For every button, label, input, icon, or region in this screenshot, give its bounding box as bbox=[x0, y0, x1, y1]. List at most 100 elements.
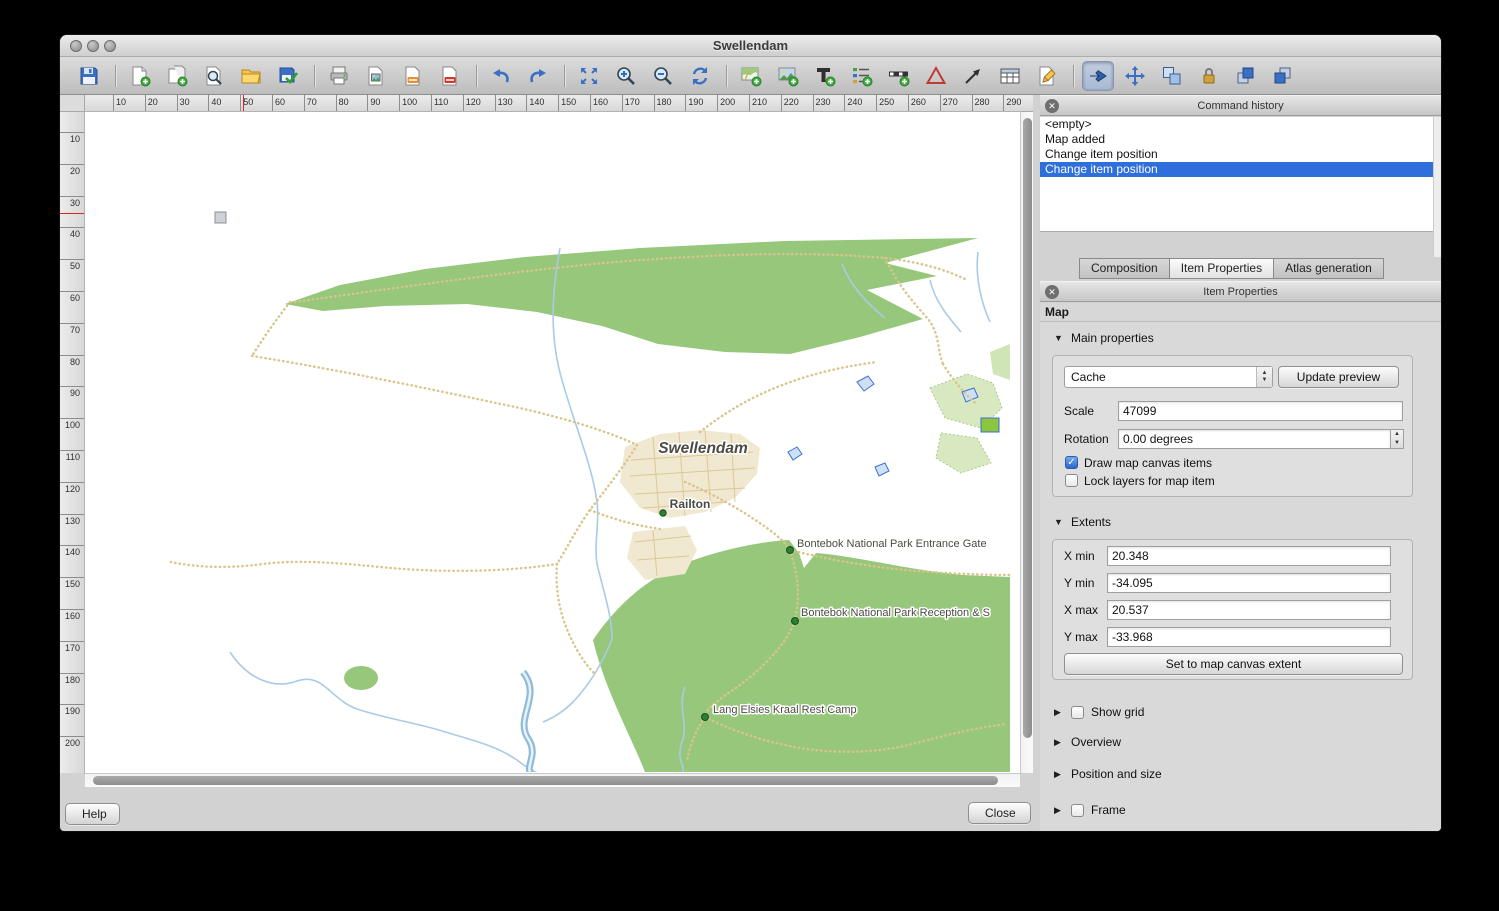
add-new-label-button[interactable] bbox=[810, 62, 840, 90]
add-html-frame-button[interactable] bbox=[1032, 62, 1062, 90]
add-new-scalebar-button[interactable] bbox=[884, 62, 914, 90]
command-history-row[interactable]: Change item position bbox=[1040, 162, 1440, 177]
ruler-tick-label: 50 bbox=[60, 259, 84, 291]
ruler-tick-label: 220 bbox=[781, 95, 813, 111]
tab-atlas-generation[interactable]: Atlas generation bbox=[1273, 258, 1384, 279]
item-selection-handle[interactable] bbox=[215, 212, 226, 223]
ruler-tick-label: 170 bbox=[622, 95, 654, 111]
expand-triangle-icon[interactable]: ▶ bbox=[1054, 707, 1064, 718]
undo-button[interactable] bbox=[486, 62, 516, 90]
overview-expander[interactable]: ▶ Overview bbox=[1054, 735, 1121, 749]
cache-select[interactable]: Cache ▲▼ bbox=[1064, 366, 1273, 388]
map-label-entrance-gate: Bontebok National Park Entrance Gate bbox=[797, 538, 987, 550]
redo-button[interactable] bbox=[523, 62, 553, 90]
lower-selected-items-button[interactable] bbox=[1268, 62, 1298, 90]
lock-layers-checkbox[interactable] bbox=[1065, 474, 1078, 487]
ruler-tick-label: 100 bbox=[60, 418, 84, 450]
map-item[interactable]: Swellendam Railton Bontebok National Par… bbox=[85, 112, 1020, 772]
show-grid-expander[interactable]: ▶ Show grid bbox=[1054, 705, 1144, 719]
map-label-suburb: Railton bbox=[670, 497, 711, 511]
frame-checkbox[interactable] bbox=[1071, 804, 1084, 817]
zoom-out-button[interactable] bbox=[648, 62, 678, 90]
ruler-tick-label: 10 bbox=[60, 132, 84, 164]
combo-arrows-icon[interactable]: ▲▼ bbox=[1256, 367, 1272, 387]
collapse-triangle-icon[interactable]: ▼ bbox=[1054, 333, 1064, 343]
command-history-row[interactable]: <empty> bbox=[1040, 117, 1440, 132]
frame-expander[interactable]: ▶ Frame bbox=[1054, 803, 1126, 817]
canvas-vertical-scrollbar[interactable] bbox=[1020, 112, 1033, 773]
save-project-button[interactable] bbox=[74, 62, 104, 90]
tab-item-properties[interactable]: Item Properties bbox=[1169, 258, 1274, 279]
panels: ✕ Command history <empty>Map addedChange… bbox=[1040, 95, 1441, 831]
y-min-input[interactable] bbox=[1107, 573, 1391, 593]
new-composition-button[interactable] bbox=[125, 62, 155, 90]
load-from-template-button[interactable] bbox=[236, 62, 266, 90]
frame-label: Frame bbox=[1091, 803, 1126, 817]
canvas-horizontal-scrollbar[interactable] bbox=[85, 773, 1020, 787]
main-properties-expander[interactable]: ▼ Main properties bbox=[1054, 331, 1154, 345]
help-button[interactable]: Help bbox=[65, 803, 120, 825]
ruler-tick-label: 230 bbox=[813, 95, 845, 111]
ruler-tick-label: 120 bbox=[463, 95, 495, 111]
expand-triangle-icon[interactable]: ▶ bbox=[1054, 737, 1064, 748]
ruler-tick-label: 110 bbox=[60, 450, 84, 482]
add-new-legend-button[interactable] bbox=[847, 62, 877, 90]
command-history-list[interactable]: <empty>Map addedChange item positionChan… bbox=[1040, 117, 1440, 232]
set-to-map-canvas-extent-button[interactable]: Set to map canvas extent bbox=[1064, 653, 1403, 675]
rotation-input[interactable] bbox=[1118, 429, 1391, 449]
export-as-pdf-button[interactable] bbox=[435, 62, 465, 90]
ruler-tick-label: 70 bbox=[60, 323, 84, 355]
x-max-input[interactable] bbox=[1107, 600, 1391, 620]
export-as-svg-button[interactable] bbox=[398, 62, 428, 90]
export-as-image-button[interactable] bbox=[361, 62, 391, 90]
command-history-row[interactable]: Change item position bbox=[1040, 147, 1440, 162]
toolbar-separator bbox=[564, 65, 565, 87]
composition-page[interactable]: Swellendam Railton Bontebok National Par… bbox=[85, 112, 1020, 773]
expand-triangle-icon[interactable]: ▶ bbox=[1054, 805, 1064, 816]
close-button[interactable]: Close bbox=[968, 802, 1031, 824]
ruler-tick-label: 200 bbox=[717, 95, 749, 111]
lock-selected-items-button[interactable] bbox=[1194, 62, 1224, 90]
composer-toolbar bbox=[60, 57, 1441, 95]
add-basic-shape-button[interactable] bbox=[921, 62, 951, 90]
command-history-row[interactable]: Map added bbox=[1040, 132, 1440, 147]
select-move-item-button[interactable] bbox=[1083, 62, 1113, 90]
poi-dot-entrance-gate bbox=[787, 547, 794, 554]
command-history-scrollbar[interactable] bbox=[1433, 117, 1441, 257]
horizontal-scroll-thumb[interactable] bbox=[93, 776, 998, 785]
extents-expander[interactable]: ▼ Extents bbox=[1054, 515, 1111, 529]
add-arrow-button[interactable] bbox=[958, 62, 988, 90]
show-grid-checkbox[interactable] bbox=[1071, 706, 1084, 719]
move-item-content-button[interactable] bbox=[1120, 62, 1150, 90]
main-properties-group: Cache ▲▼ Update preview Scale Rotation ▲… bbox=[1052, 355, 1413, 497]
collapse-triangle-icon[interactable]: ▼ bbox=[1054, 517, 1064, 527]
tab-composition[interactable]: Composition bbox=[1079, 258, 1170, 279]
update-preview-button[interactable]: Update preview bbox=[1278, 366, 1399, 388]
zoom-in-button[interactable] bbox=[611, 62, 641, 90]
rotation-stepper[interactable]: ▲▼ bbox=[1391, 429, 1404, 449]
y-max-input[interactable] bbox=[1107, 627, 1391, 647]
draw-map-canvas-items-checkbox[interactable] bbox=[1065, 456, 1078, 469]
raise-selected-items-button[interactable] bbox=[1231, 62, 1261, 90]
scale-label: Scale bbox=[1064, 404, 1094, 418]
composition-manager-button[interactable] bbox=[199, 62, 229, 90]
expand-triangle-icon[interactable]: ▶ bbox=[1054, 769, 1064, 780]
duplicate-composition-button[interactable] bbox=[162, 62, 192, 90]
group-items-button[interactable] bbox=[1157, 62, 1187, 90]
zoom-full-button[interactable] bbox=[574, 62, 604, 90]
vertical-scroll-thumb[interactable] bbox=[1023, 118, 1032, 738]
add-image-button[interactable] bbox=[773, 62, 803, 90]
save-as-template-button[interactable] bbox=[273, 62, 303, 90]
position-and-size-expander[interactable]: ▶ Position and size bbox=[1054, 767, 1162, 781]
x-min-input[interactable] bbox=[1107, 546, 1391, 566]
ruler-tick-label: 100 bbox=[399, 95, 431, 111]
title-bar[interactable]: Swellendam bbox=[60, 35, 1441, 57]
add-new-map-button[interactable] bbox=[736, 62, 766, 90]
scale-input[interactable] bbox=[1118, 401, 1403, 421]
print-button[interactable] bbox=[324, 62, 354, 90]
refresh-view-button[interactable] bbox=[685, 62, 715, 90]
toolbar-separator bbox=[476, 65, 477, 87]
x-max-label: X max bbox=[1064, 603, 1098, 617]
add-attribute-table-button[interactable] bbox=[995, 62, 1025, 90]
ruler-tick-label: 180 bbox=[654, 95, 686, 111]
